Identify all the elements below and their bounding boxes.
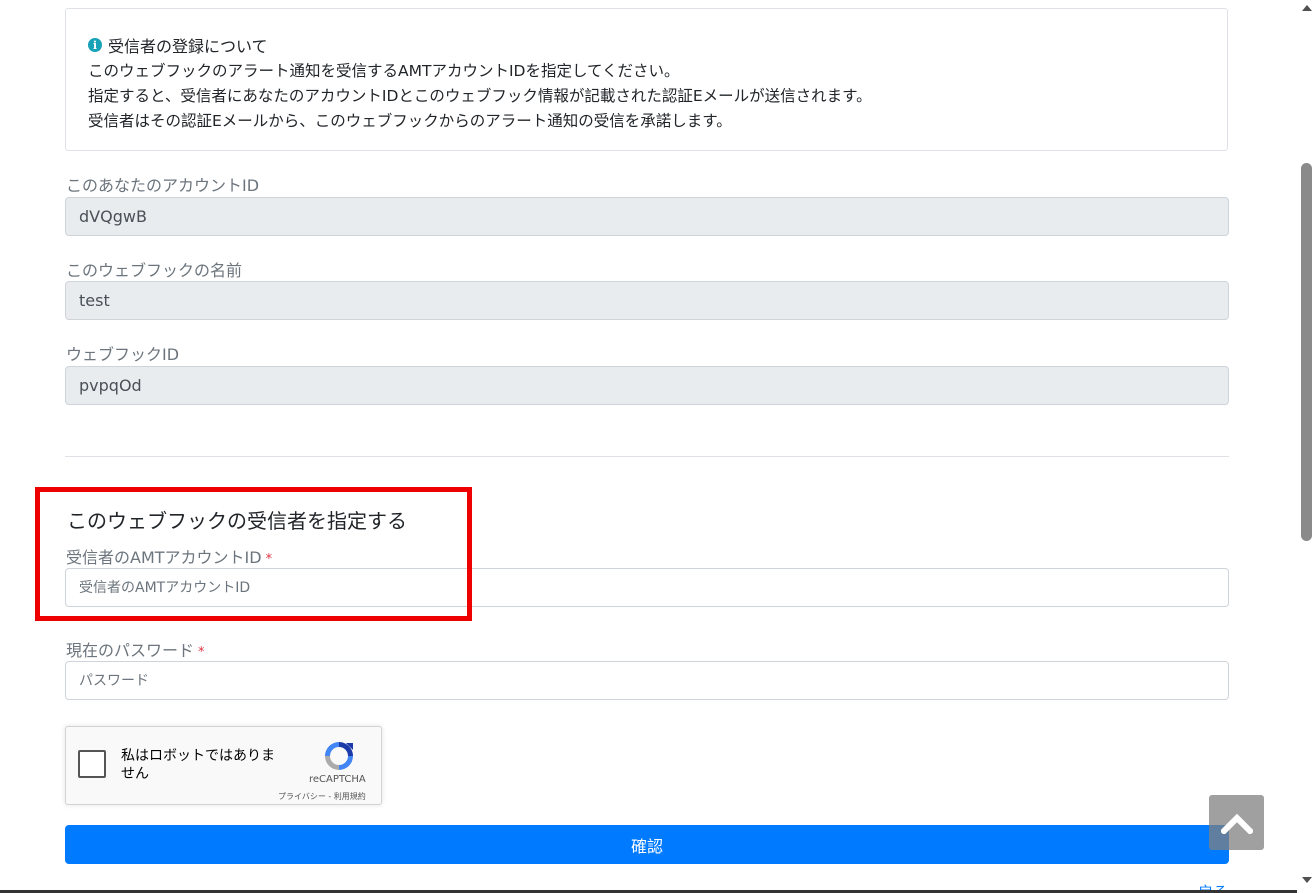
info-box: i 受信者の登録について このウェブフックのアラート通知を受信するAMTアカウン… bbox=[65, 8, 1228, 151]
recaptcha-widget: 私はロボットではありません reCAPTCHA プライバシー - 利用規約 bbox=[65, 726, 382, 805]
recaptcha-brand: reCAPTCHA bbox=[309, 774, 366, 785]
password-label-text: 現在のパスワード bbox=[66, 641, 195, 660]
amt-account-id-input[interactable] bbox=[65, 568, 1229, 607]
info-title: i 受信者の登録について bbox=[88, 33, 268, 57]
webhook-name-field: test bbox=[65, 281, 1229, 320]
info-circle-icon: i bbox=[88, 38, 102, 52]
chevron-up-icon bbox=[1220, 813, 1253, 834]
scroll-up-arrow-icon[interactable] bbox=[1302, 5, 1312, 11]
vertical-scrollbar[interactable] bbox=[1297, 0, 1316, 893]
info-line-2: 指定すると、受信者にあなたのアカウントIDとこのウェブフック情報が記載された認証… bbox=[88, 87, 872, 105]
scroll-to-top-button[interactable] bbox=[1209, 795, 1264, 850]
account-id-label: このあなたのアカウントID bbox=[66, 176, 260, 195]
recaptcha-checkbox[interactable] bbox=[78, 750, 106, 778]
scroll-down-arrow-icon[interactable] bbox=[1302, 877, 1312, 883]
required-mark: * bbox=[198, 645, 205, 660]
webhook-name-label: このウェブフックの名前 bbox=[66, 261, 243, 280]
amt-account-id-label: 受信者のAMTアカウントID * bbox=[66, 544, 272, 568]
webhook-id-field: pvpqOd bbox=[65, 366, 1229, 405]
recaptcha-logo-icon bbox=[325, 742, 353, 770]
section-divider bbox=[65, 456, 1229, 457]
info-title-text: 受信者の登録について bbox=[108, 37, 268, 56]
info-line-1: このウェブフックのアラート通知を受信するAMTアカウントIDを指定してください。 bbox=[88, 62, 680, 80]
confirm-button[interactable]: 確認 bbox=[65, 825, 1229, 864]
password-input[interactable] bbox=[65, 661, 1229, 700]
account-id-field: dVQgwB bbox=[65, 197, 1229, 236]
webhook-id-label: ウェブフックID bbox=[66, 345, 180, 364]
required-mark: * bbox=[265, 552, 273, 567]
recaptcha-links[interactable]: プライバシー - 利用規約 bbox=[278, 791, 366, 802]
recipient-section-heading: このウェブフックの受信者を指定する bbox=[67, 509, 407, 533]
webhook-recipient-page: i 受信者の登録について このウェブフックのアラート通知を受信するAMTアカウン… bbox=[0, 0, 1316, 893]
password-label: 現在のパスワード * bbox=[66, 637, 205, 661]
amt-account-id-label-text: 受信者のAMTアカウントID bbox=[66, 548, 262, 567]
recaptcha-label: 私はロボットではありません bbox=[121, 748, 275, 782]
scrollbar-thumb[interactable] bbox=[1301, 163, 1312, 541]
info-line-3: 受信者はその認証Eメールから、このウェブフックからのアラート通知の受信を承諾しま… bbox=[88, 112, 732, 130]
